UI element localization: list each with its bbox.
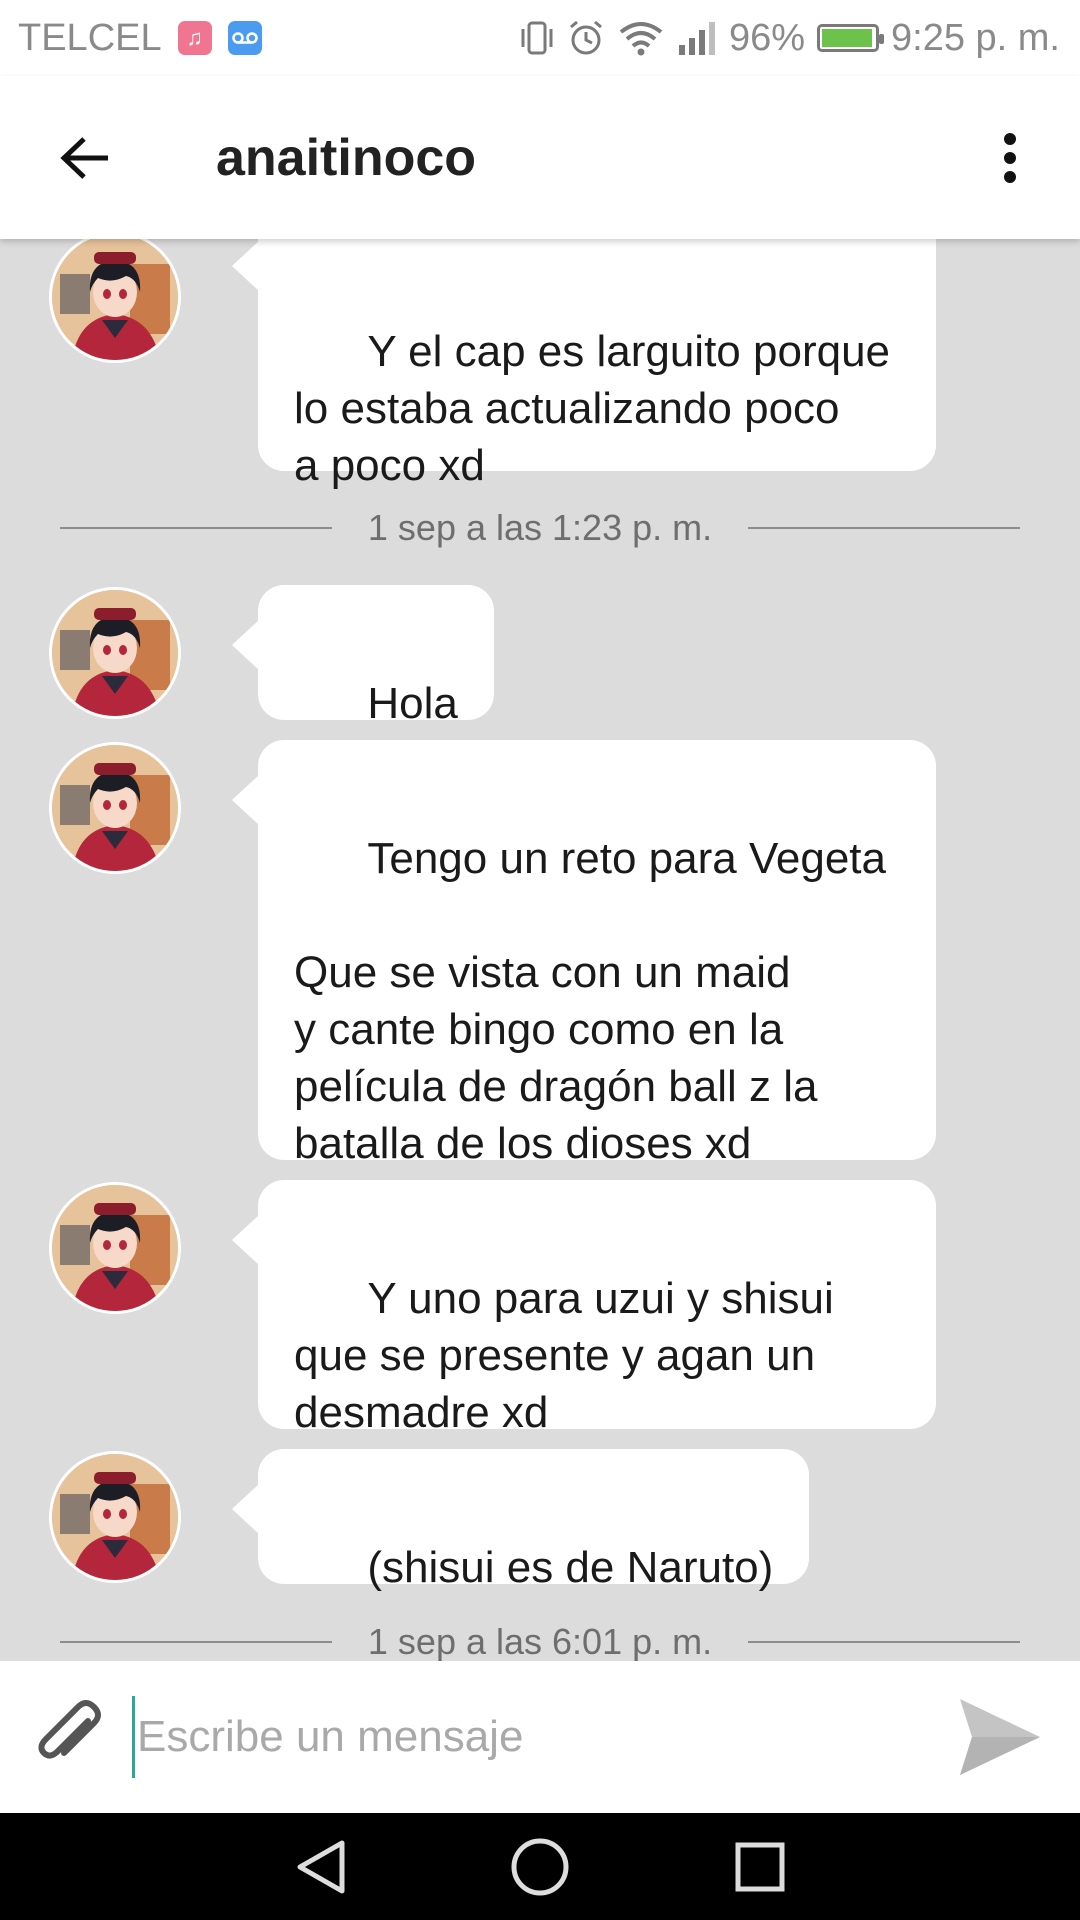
circle-home-icon [511,1838,569,1895]
message-bubble: Tengo un reto para Vegeta Que se vista c… [232,740,936,1168]
battery-percent: 96% [728,16,806,59]
message-text: (shisui es de Naruto) [367,1543,774,1592]
more-vertical-icon [1004,132,1016,183]
more-options-button[interactable] [980,113,1040,203]
avatar-image [52,1454,178,1580]
nav-back-button[interactable] [285,1832,355,1902]
date-divider: 1 sep a las 1:23 p. m. [60,503,1021,553]
avatar-image [52,590,178,716]
chat-header: anaitinoco [0,76,1080,239]
divider-text: 1 sep a las 1:23 p. m. [367,507,713,548]
message-text: Y el cap es larguito porque lo estaba ac… [294,327,891,490]
battery-icon [817,24,885,52]
attach-button[interactable] [20,1687,120,1787]
paperclip-icon [38,1700,101,1759]
message-bubble: (shisui es de Naruto) [231,1449,810,1592]
back-button[interactable] [40,113,130,203]
status-bar: TELCEL ♫ 96% 9:25 p. m. [0,0,1080,76]
clock: 9:25 p. m. [891,16,1060,59]
voicemail-icon [227,21,262,55]
music-app-icon: ♫ [177,21,212,55]
vibrate-icon [519,19,555,57]
system-nav-bar [0,1813,1080,1920]
message-list[interactable]: Y el cap es larguito porque lo estaba ac… [0,239,1080,1661]
battery-fill [822,29,872,47]
avatar[interactable] [49,239,181,363]
nav-home-button[interactable] [505,1832,575,1902]
arrow-left-icon [60,136,108,179]
avatar-image [52,1185,178,1311]
message-bubble: Y el cap es larguito porque lo estaba ac… [232,239,936,490]
date-divider: 1 sep a las 6:01 p. m. [60,1617,1021,1661]
alarm-icon [567,19,605,57]
send-button[interactable] [950,1687,1050,1787]
avatar[interactable] [49,1451,181,1583]
chat-title: anaitinoco [216,128,477,187]
triangle-back-icon [297,1840,345,1893]
signal-icon [677,21,717,55]
message-composer [0,1661,1080,1813]
message-bubble: Hola [232,585,494,728]
avatar-image [52,745,178,871]
wifi-icon [617,20,665,56]
square-recents-icon [735,1842,785,1891]
divider-text: 1 sep a las 6:01 p. m. [367,1621,713,1661]
message-text: Tengo un reto para Vegeta Que se vista c… [294,834,886,1168]
message-text: Y uno para uzui y shisui que se presente… [294,1274,834,1437]
message-text: Hola [367,679,458,728]
nav-recents-button[interactable] [725,1832,795,1902]
send-icon [960,1699,1040,1775]
message-bubble: Y uno para uzui y shisui que se presente… [232,1180,936,1437]
carrier-name: TELCEL [18,16,162,59]
avatar-image [52,239,178,360]
avatar[interactable] [49,742,181,874]
avatar[interactable] [49,1182,181,1314]
avatar[interactable] [49,587,181,719]
message-input[interactable] [132,1696,919,1778]
